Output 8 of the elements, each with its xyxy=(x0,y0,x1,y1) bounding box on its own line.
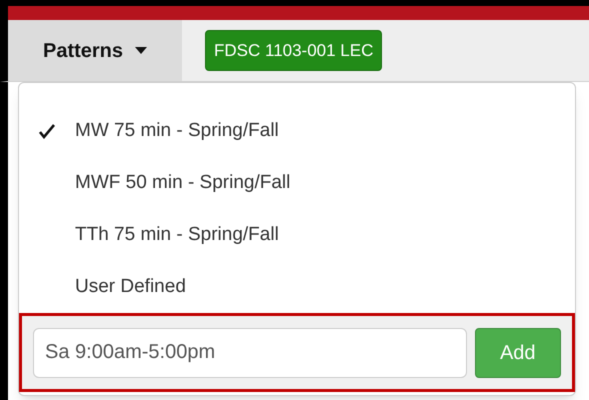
pattern-input-field[interactable]: Sa 9:00am-5:00pm xyxy=(33,328,467,378)
caret-icon xyxy=(135,47,148,54)
pattern-menu-item[interactable]: MW 75 min - Spring/Fall xyxy=(19,105,575,157)
course-badge: FDSC 1103-001 LEC xyxy=(205,30,382,71)
pattern-menu-item[interactable]: TTh 75 min - Spring/Fall xyxy=(19,209,575,261)
pattern-menu-item[interactable]: User Defined xyxy=(19,261,575,313)
pattern-menu-item[interactable]: MWF 50 min - Spring/Fall xyxy=(19,157,575,209)
patterns-menu-button[interactable]: Patterns xyxy=(8,20,182,81)
